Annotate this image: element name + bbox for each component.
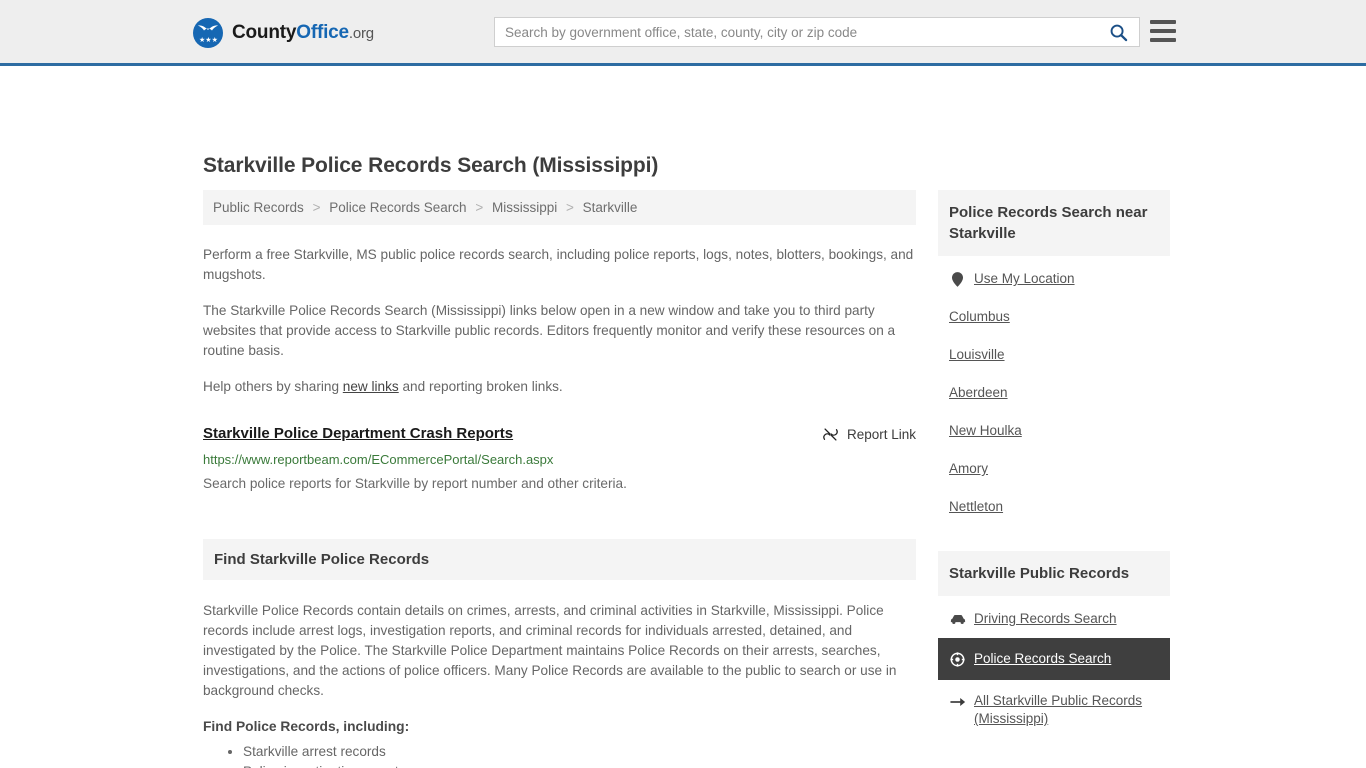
city-link[interactable]: Aberdeen [949, 384, 1008, 402]
intro-paragraph-1: Perform a free Starkville, MS public pol… [203, 247, 914, 282]
city-link[interactable]: Columbus [949, 308, 1010, 326]
arrow-right-icon [949, 693, 966, 710]
find-records-subheading: Find Police Records, including: [203, 719, 410, 734]
eagle-seal-icon: ★ ★ ★ [193, 18, 223, 48]
logo-text: CountyOffice.org [232, 22, 374, 44]
police-badge-icon [949, 651, 966, 668]
intro-paragraph-3: Help others by sharing new links and rep… [203, 377, 916, 397]
logo-text-tld: .org [348, 25, 374, 42]
list-item: Starkville arrest records [243, 742, 916, 762]
result-url: https://www.reportbeam.com/ECommercePort… [203, 452, 554, 467]
breadcrumb: Public Records > Police Records Search >… [203, 190, 916, 225]
result-item: Starkville Police Department Crash Repor… [203, 425, 916, 493]
intro-paragraph-2: The Starkville Police Records Search (Mi… [203, 303, 896, 358]
sidebar-item-new-houlka[interactable]: New Houlka [938, 412, 1170, 450]
share-text-after: and reporting broken links. [398, 379, 563, 394]
breadcrumb-item-public-records[interactable]: Public Records [213, 200, 304, 215]
report-link-button[interactable]: Report Link [822, 426, 916, 443]
sidebar-item-police-records-search[interactable]: Police Records Search [938, 638, 1170, 680]
breadcrumb-separator: > [475, 200, 484, 215]
police-records-search-link[interactable]: Police Records Search [974, 650, 1111, 668]
site-logo[interactable]: ★ ★ ★ CountyOffice.org [193, 18, 374, 48]
use-my-location-link[interactable]: Use My Location [974, 270, 1075, 288]
breadcrumb-item-starkville: Starkville [582, 200, 638, 215]
sidebar-nearby-heading: Police Records Search near Starkville [938, 190, 1170, 256]
stars-glyph: ★ ★ ★ [199, 37, 218, 44]
broken-chain-icon [823, 428, 838, 441]
hamburger-menu-icon[interactable] [1150, 20, 1176, 42]
result-title-link[interactable]: Starkville Police Department Crash Repor… [203, 425, 513, 442]
result-header-row: Starkville Police Department Crash Repor… [203, 425, 916, 443]
page-title: Starkville Police Records Search (Missis… [203, 154, 659, 177]
logo-text-office: Office [296, 22, 349, 43]
find-records-heading: Find Starkville Police Records [203, 539, 916, 580]
search-bar[interactable] [494, 17, 1140, 47]
result-description: Search police reports for Starkville by … [203, 476, 627, 491]
hamburger-bar [1150, 20, 1176, 24]
new-links-link[interactable]: new links [343, 379, 399, 394]
sidebar-nearby-list: Use My Location Columbus Louisville Aber… [938, 256, 1170, 526]
report-link-label: Report Link [846, 427, 916, 442]
sidebar-item-nettleton[interactable]: Nettleton [938, 488, 1170, 526]
breadcrumb-separator: > [566, 200, 574, 215]
breadcrumb-separator: > [312, 200, 321, 215]
sidebar-item-aberdeen[interactable]: Aberdeen [938, 374, 1170, 412]
driving-records-search-link[interactable]: Driving Records Search [974, 610, 1117, 628]
sidebar-public-records-list: Driving Records Search Police Records Se… [938, 596, 1170, 738]
eagle-glyph [198, 25, 218, 31]
share-text-before: Help others by sharing [203, 379, 343, 394]
search-icon [1110, 24, 1127, 41]
city-link[interactable]: Louisville [949, 346, 1005, 364]
main-content: Public Records > Police Records Search >… [203, 190, 916, 768]
city-link[interactable]: New Houlka [949, 422, 1022, 440]
map-pin-icon [949, 271, 966, 288]
all-public-records-link[interactable]: All Starkville Public Records (Mississip… [974, 692, 1159, 728]
hamburger-bar [1150, 38, 1176, 42]
sidebar-item-columbus[interactable]: Columbus [938, 298, 1170, 336]
hamburger-bar [1150, 29, 1176, 33]
city-link[interactable]: Nettleton [949, 498, 1003, 516]
car-icon [949, 611, 966, 628]
find-records-paragraph: Starkville Police Records contain detail… [203, 603, 897, 698]
breadcrumb-item-mississippi[interactable]: Mississippi [492, 200, 557, 215]
sidebar-item-amory[interactable]: Amory [938, 450, 1170, 488]
search-button[interactable] [1097, 18, 1139, 46]
records-list: Starkville arrest records Police investi… [203, 742, 916, 768]
find-records-body: Starkville Police Records contain detail… [203, 601, 916, 768]
logo-text-county: County [232, 22, 297, 43]
site-header: ★ ★ ★ CountyOffice.org [0, 0, 1366, 66]
sidebar-public-records-heading: Starkville Public Records [938, 551, 1170, 596]
sidebar-item-all-public-records[interactable]: All Starkville Public Records (Mississip… [938, 680, 1170, 738]
sidebar-item-driving-records-search[interactable]: Driving Records Search [938, 596, 1170, 638]
sidebar: Police Records Search near Starkville Us… [938, 190, 1170, 738]
breadcrumb-item-police-records-search[interactable]: Police Records Search [329, 200, 466, 215]
city-link[interactable]: Amory [949, 460, 988, 478]
sidebar-item-louisville[interactable]: Louisville [938, 336, 1170, 374]
search-input[interactable] [495, 18, 1097, 46]
list-item: Police investigation reports [243, 762, 916, 768]
sidebar-item-use-my-location[interactable]: Use My Location [938, 256, 1170, 298]
